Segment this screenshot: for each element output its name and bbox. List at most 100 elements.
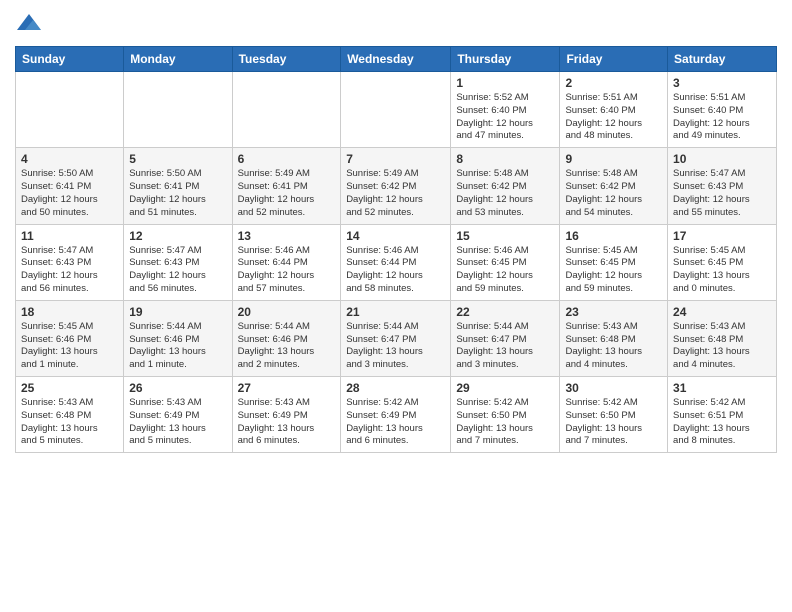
day-number: 24 bbox=[673, 305, 771, 319]
calendar-cell bbox=[124, 72, 232, 148]
page-container: Sunday Monday Tuesday Wednesday Thursday… bbox=[0, 0, 792, 463]
calendar-cell: 20Sunrise: 5:44 AM Sunset: 6:46 PM Dayli… bbox=[232, 300, 341, 376]
day-number: 28 bbox=[346, 381, 445, 395]
day-number: 13 bbox=[238, 229, 336, 243]
day-info: Sunrise: 5:42 AM Sunset: 6:50 PM Dayligh… bbox=[565, 397, 662, 448]
day-number: 15 bbox=[456, 229, 554, 243]
day-number: 19 bbox=[129, 305, 226, 319]
header-sunday: Sunday bbox=[16, 47, 124, 72]
calendar-week-row: 1Sunrise: 5:52 AM Sunset: 6:40 PM Daylig… bbox=[16, 72, 777, 148]
day-number: 7 bbox=[346, 152, 445, 166]
calendar-cell: 29Sunrise: 5:42 AM Sunset: 6:50 PM Dayli… bbox=[451, 377, 560, 453]
calendar-cell: 14 Sunrise: 5:46 AM Sunset: 6:44 PM Dayli… bbox=[341, 224, 451, 300]
day-info: Sunrise: 5:47 AM Sunset: 6:43 PM Dayligh… bbox=[673, 168, 771, 219]
day-info: Sunrise: 5:49 AM Sunset: 6:42 PM Dayligh… bbox=[346, 168, 445, 219]
calendar-cell: 7 Sunrise: 5:49 AM Sunset: 6:42 PM Daylig… bbox=[341, 148, 451, 224]
day-info: Sunrise: 5:44 AM Sunset: 6:46 PM Dayligh… bbox=[129, 321, 226, 372]
day-info: Sunrise: 5:46 AM Sunset: 6:44 PM Dayligh… bbox=[346, 245, 445, 296]
header-friday: Friday bbox=[560, 47, 668, 72]
calendar-week-row: 11 Sunrise: 5:47 AM Sunset: 6:43 PM Dayli… bbox=[16, 224, 777, 300]
calendar-cell: 3 Sunrise: 5:51 AM Sunset: 6:40 PM Daylig… bbox=[668, 72, 777, 148]
day-info: Sunrise: 5:51 AM Sunset: 6:40 PM Dayligh… bbox=[673, 92, 771, 143]
page-header bbox=[15, 10, 777, 38]
day-info: Sunrise: 5:52 AM Sunset: 6:40 PM Dayligh… bbox=[456, 92, 554, 143]
day-number: 18 bbox=[21, 305, 118, 319]
day-number: 4 bbox=[21, 152, 118, 166]
logo bbox=[15, 10, 47, 38]
header-monday: Monday bbox=[124, 47, 232, 72]
day-number: 30 bbox=[565, 381, 662, 395]
calendar-cell: 24 Sunrise: 5:43 AM Sunset: 6:48 PM Dayli… bbox=[668, 300, 777, 376]
day-info: Sunrise: 5:48 AM Sunset: 6:42 PM Dayligh… bbox=[565, 168, 662, 219]
header-wednesday: Wednesday bbox=[341, 47, 451, 72]
day-number: 14 bbox=[346, 229, 445, 243]
day-number: 6 bbox=[238, 152, 336, 166]
day-info: Sunrise: 5:44 AM Sunset: 6:47 PM Dayligh… bbox=[456, 321, 554, 372]
day-info: Sunrise: 5:47 AM Sunset: 6:43 PM Dayligh… bbox=[129, 245, 226, 296]
calendar-cell: 13 Sunrise: 5:46 AM Sunset: 6:44 PM Dayli… bbox=[232, 224, 341, 300]
calendar-cell: 10 Sunrise: 5:47 AM Sunset: 6:43 PM Dayli… bbox=[668, 148, 777, 224]
calendar-week-row: 18 Sunrise: 5:45 AM Sunset: 6:46 PM Dayli… bbox=[16, 300, 777, 376]
calendar-cell: 21 Sunrise: 5:44 AM Sunset: 6:47 PM Dayli… bbox=[341, 300, 451, 376]
day-info: Sunrise: 5:51 AM Sunset: 6:40 PM Dayligh… bbox=[565, 92, 662, 143]
day-info: Sunrise: 5:43 AM Sunset: 6:48 PM Dayligh… bbox=[21, 397, 118, 448]
day-info: Sunrise: 5:48 AM Sunset: 6:42 PM Dayligh… bbox=[456, 168, 554, 219]
calendar-cell: 25 Sunrise: 5:43 AM Sunset: 6:48 PM Dayli… bbox=[16, 377, 124, 453]
calendar-cell: 18 Sunrise: 5:45 AM Sunset: 6:46 PM Dayli… bbox=[16, 300, 124, 376]
calendar-cell: 12 Sunrise: 5:47 AM Sunset: 6:43 PM Dayli… bbox=[124, 224, 232, 300]
day-info: Sunrise: 5:42 AM Sunset: 6:51 PM Dayligh… bbox=[673, 397, 771, 448]
day-number: 10 bbox=[673, 152, 771, 166]
day-number: 11 bbox=[21, 229, 118, 243]
day-number: 25 bbox=[21, 381, 118, 395]
day-number: 12 bbox=[129, 229, 226, 243]
day-info: Sunrise: 5:45 AM Sunset: 6:46 PM Dayligh… bbox=[21, 321, 118, 372]
logo-icon bbox=[15, 10, 43, 38]
calendar-cell: 6Sunrise: 5:49 AM Sunset: 6:41 PM Daylig… bbox=[232, 148, 341, 224]
day-info: Sunrise: 5:42 AM Sunset: 6:49 PM Dayligh… bbox=[346, 397, 445, 448]
calendar-week-row: 25 Sunrise: 5:43 AM Sunset: 6:48 PM Dayli… bbox=[16, 377, 777, 453]
calendar-cell: 1Sunrise: 5:52 AM Sunset: 6:40 PM Daylig… bbox=[451, 72, 560, 148]
calendar-cell: 8 Sunrise: 5:48 AM Sunset: 6:42 PM Daylig… bbox=[451, 148, 560, 224]
day-info: Sunrise: 5:44 AM Sunset: 6:46 PM Dayligh… bbox=[238, 321, 336, 372]
calendar-cell: 5 Sunrise: 5:50 AM Sunset: 6:41 PM Daylig… bbox=[124, 148, 232, 224]
calendar-cell bbox=[16, 72, 124, 148]
day-number: 21 bbox=[346, 305, 445, 319]
day-number: 23 bbox=[565, 305, 662, 319]
calendar-cell: 27 Sunrise: 5:43 AM Sunset: 6:49 PM Dayli… bbox=[232, 377, 341, 453]
calendar-cell bbox=[341, 72, 451, 148]
calendar-cell: 30 Sunrise: 5:42 AM Sunset: 6:50 PM Dayli… bbox=[560, 377, 668, 453]
day-info: Sunrise: 5:43 AM Sunset: 6:49 PM Dayligh… bbox=[238, 397, 336, 448]
calendar-cell: 23 Sunrise: 5:43 AM Sunset: 6:48 PM Dayli… bbox=[560, 300, 668, 376]
day-info: Sunrise: 5:50 AM Sunset: 6:41 PM Dayligh… bbox=[21, 168, 118, 219]
day-number: 5 bbox=[129, 152, 226, 166]
header-tuesday: Tuesday bbox=[232, 47, 341, 72]
day-info: Sunrise: 5:50 AM Sunset: 6:41 PM Dayligh… bbox=[129, 168, 226, 219]
calendar-cell: 4 Sunrise: 5:50 AM Sunset: 6:41 PM Daylig… bbox=[16, 148, 124, 224]
day-number: 27 bbox=[238, 381, 336, 395]
day-number: 3 bbox=[673, 76, 771, 90]
day-number: 31 bbox=[673, 381, 771, 395]
day-number: 16 bbox=[565, 229, 662, 243]
day-info: Sunrise: 5:44 AM Sunset: 6:47 PM Dayligh… bbox=[346, 321, 445, 372]
day-number: 8 bbox=[456, 152, 554, 166]
calendar-cell: 22Sunrise: 5:44 AM Sunset: 6:47 PM Dayli… bbox=[451, 300, 560, 376]
calendar-cell: 2 Sunrise: 5:51 AM Sunset: 6:40 PM Daylig… bbox=[560, 72, 668, 148]
calendar-cell: 9 Sunrise: 5:48 AM Sunset: 6:42 PM Daylig… bbox=[560, 148, 668, 224]
calendar-cell: 15 Sunrise: 5:46 AM Sunset: 6:45 PM Dayli… bbox=[451, 224, 560, 300]
day-number: 17 bbox=[673, 229, 771, 243]
header-thursday: Thursday bbox=[451, 47, 560, 72]
calendar-cell: 11 Sunrise: 5:47 AM Sunset: 6:43 PM Dayli… bbox=[16, 224, 124, 300]
day-info: Sunrise: 5:46 AM Sunset: 6:44 PM Dayligh… bbox=[238, 245, 336, 296]
calendar-cell bbox=[232, 72, 341, 148]
day-info: Sunrise: 5:43 AM Sunset: 6:48 PM Dayligh… bbox=[565, 321, 662, 372]
day-info: Sunrise: 5:46 AM Sunset: 6:45 PM Dayligh… bbox=[456, 245, 554, 296]
day-number: 2 bbox=[565, 76, 662, 90]
header-saturday: Saturday bbox=[668, 47, 777, 72]
day-info: Sunrise: 5:45 AM Sunset: 6:45 PM Dayligh… bbox=[565, 245, 662, 296]
day-number: 26 bbox=[129, 381, 226, 395]
day-info: Sunrise: 5:45 AM Sunset: 6:45 PM Dayligh… bbox=[673, 245, 771, 296]
calendar-cell: 19 Sunrise: 5:44 AM Sunset: 6:46 PM Dayli… bbox=[124, 300, 232, 376]
day-number: 9 bbox=[565, 152, 662, 166]
day-info: Sunrise: 5:43 AM Sunset: 6:48 PM Dayligh… bbox=[673, 321, 771, 372]
day-info: Sunrise: 5:47 AM Sunset: 6:43 PM Dayligh… bbox=[21, 245, 118, 296]
